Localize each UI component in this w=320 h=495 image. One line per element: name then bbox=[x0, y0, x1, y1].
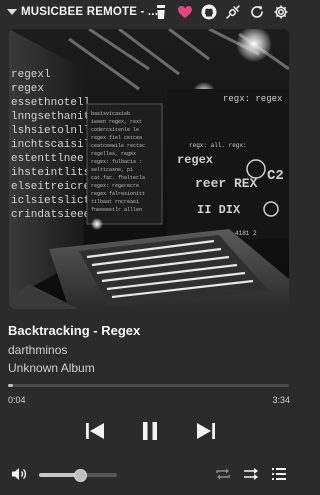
svg-text:cat.fac. fhaltecla: cat.fac. fhaltecla bbox=[91, 175, 145, 181]
svg-text:regexl: regexl bbox=[11, 69, 51, 81]
next-button[interactable] bbox=[193, 418, 219, 444]
svg-text:regex: regerecre: regex: regerecre bbox=[91, 183, 139, 189]
svg-text:regex fiel cetcea: regex fiel cetcea bbox=[91, 135, 142, 141]
time-total: 3:34 bbox=[272, 395, 290, 405]
svg-text:lnngsethanit: lnngsethanit bbox=[11, 111, 90, 123]
svg-text:ihsteintlitsl: ihsteintlitsl bbox=[11, 167, 97, 179]
skip-next-icon bbox=[197, 423, 215, 439]
svg-text:regelles, regex: regelles, regex bbox=[91, 151, 136, 157]
repeat-icon bbox=[216, 468, 230, 480]
bottom-controls bbox=[0, 463, 296, 485]
progress-bar[interactable] bbox=[8, 384, 289, 387]
gear-icon[interactable] bbox=[272, 3, 290, 21]
shuffle-icon bbox=[244, 468, 258, 480]
svg-text:essethnotell: essethnotell bbox=[11, 97, 90, 109]
svg-text:crindatsieeei: crindatsieeei bbox=[11, 209, 97, 221]
repeat-button[interactable] bbox=[214, 465, 232, 483]
svg-text:ieeen regex, rext: ieeen regex, rext bbox=[91, 119, 142, 125]
svg-text:regx: all. regx:: regx: all. regx: bbox=[189, 142, 247, 149]
title-bar: MUSICBEE REMOTE - ... bbox=[0, 0, 296, 24]
svg-text:codercsitenle le: codercsitenle le bbox=[91, 127, 139, 133]
svg-text:regex falresionitt: regex falresionitt bbox=[91, 191, 145, 197]
svg-text:4181 2: 4181 2 bbox=[235, 230, 257, 237]
svg-text:fneeeeetlr alllen: fneeeeetlr alllen bbox=[91, 207, 142, 213]
refresh-icon[interactable] bbox=[248, 3, 266, 21]
track-album: Unknown Album bbox=[8, 361, 95, 375]
github-icon[interactable] bbox=[200, 3, 218, 21]
previous-button[interactable] bbox=[82, 418, 108, 444]
volume-icon[interactable] bbox=[10, 465, 28, 483]
svg-text:reer REX: reer REX bbox=[195, 176, 258, 191]
svg-text:II DIX: II DIX bbox=[197, 203, 241, 217]
volume-knob[interactable] bbox=[73, 469, 87, 482]
pause-icon bbox=[143, 422, 157, 440]
progress-fill bbox=[8, 384, 14, 387]
svg-text:regx: regex: regx: regex bbox=[223, 94, 282, 104]
svg-text:ceatceewile rectsc: ceatceewile rectsc bbox=[91, 143, 145, 149]
playlist-icon bbox=[272, 468, 286, 480]
svg-text:estenttlnee: estenttlnee bbox=[11, 153, 84, 165]
album-art: regexl regex essethnotell lnngsethanit l… bbox=[9, 29, 289, 309]
app-title: MUSICBEE REMOTE - ... bbox=[21, 6, 159, 18]
menu-caret-icon[interactable] bbox=[7, 9, 17, 15]
svg-text:inchtscaisili: inchtscaisili bbox=[11, 139, 97, 151]
track-title: Backtracking - Regex bbox=[8, 323, 141, 338]
svg-text:lshsietolnll: lshsietolnll bbox=[11, 125, 90, 137]
transport-controls bbox=[0, 418, 296, 446]
svg-text:regex: regex bbox=[177, 153, 213, 167]
svg-text:C2: C2 bbox=[267, 168, 284, 184]
track-artist: darthminos bbox=[8, 343, 68, 357]
plug-icon[interactable] bbox=[224, 3, 242, 21]
playlist-button[interactable] bbox=[270, 465, 288, 483]
pause-button[interactable] bbox=[137, 418, 163, 444]
heart-icon[interactable] bbox=[176, 3, 194, 21]
shuffle-button[interactable] bbox=[242, 465, 260, 483]
titlebar-icons bbox=[152, 3, 290, 21]
svg-text:selttcasne, pi: selttcasne, pi bbox=[91, 167, 133, 173]
time-elapsed: 0:04 bbox=[8, 395, 26, 405]
svg-text:regex: regex bbox=[11, 83, 44, 95]
svg-text:tilbaat rncreaei: tilbaat rncreaei bbox=[91, 199, 139, 205]
svg-text:regex: fulbacis :: regex: fulbacis : bbox=[91, 159, 142, 165]
skip-previous-icon bbox=[86, 423, 104, 439]
svg-text:basisvicasieb: basisvicasieb bbox=[91, 111, 130, 117]
cup-icon[interactable] bbox=[152, 3, 170, 21]
